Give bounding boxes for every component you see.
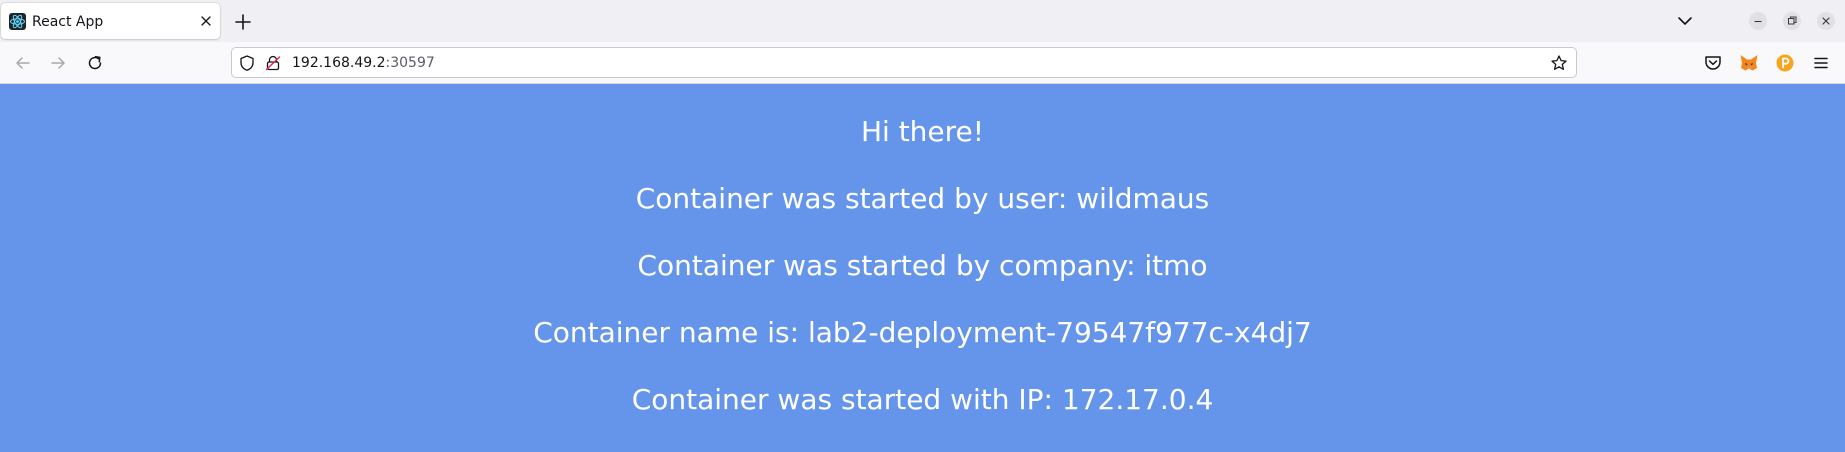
- shield-icon[interactable]: [238, 54, 256, 72]
- metamask-fox-icon[interactable]: [1737, 51, 1761, 75]
- user-info-text: Container was started by user: wildmaus: [635, 182, 1210, 215]
- url-text[interactable]: 192.168.49.2:30597: [292, 55, 435, 71]
- reload-icon[interactable]: [83, 51, 107, 75]
- hamburger-menu-icon[interactable]: [1809, 51, 1833, 75]
- minimize-icon[interactable]: [1749, 12, 1767, 30]
- react-logo-icon: [9, 13, 26, 30]
- close-icon[interactable]: [1817, 12, 1835, 30]
- plus-icon[interactable]: [233, 12, 253, 32]
- url-port: :30597: [385, 55, 435, 71]
- tab-strip: React App: [0, 0, 1845, 42]
- greeting-text: Hi there!: [860, 115, 985, 148]
- company-info-text: Container was started by company: itmo: [637, 249, 1208, 282]
- arrow-right-icon[interactable]: [46, 51, 70, 75]
- insecure-lock-icon[interactable]: [264, 54, 282, 72]
- container-ip-text: Container was started with IP: 172.17.0.…: [631, 383, 1214, 416]
- container-name-text: Container name is: lab2-deployment-79547…: [533, 316, 1312, 349]
- navigation-bar: 192.168.49.2:30597: [0, 42, 1845, 84]
- arrow-left-icon[interactable]: [11, 51, 35, 75]
- page-content: Hi there! Container was started by user:…: [0, 84, 1845, 452]
- restore-icon[interactable]: [1783, 12, 1801, 30]
- p-extension-icon[interactable]: [1773, 51, 1797, 75]
- star-icon[interactable]: [1550, 54, 1568, 72]
- url-host: 192.168.49.2: [292, 55, 386, 71]
- browser-tab[interactable]: React App: [1, 3, 220, 39]
- address-bar[interactable]: 192.168.49.2:30597: [231, 47, 1577, 78]
- pocket-icon[interactable]: [1701, 51, 1725, 75]
- tab-title: React App: [32, 14, 104, 30]
- chevron-down-icon[interactable]: [1675, 11, 1695, 31]
- close-icon[interactable]: [197, 12, 215, 30]
